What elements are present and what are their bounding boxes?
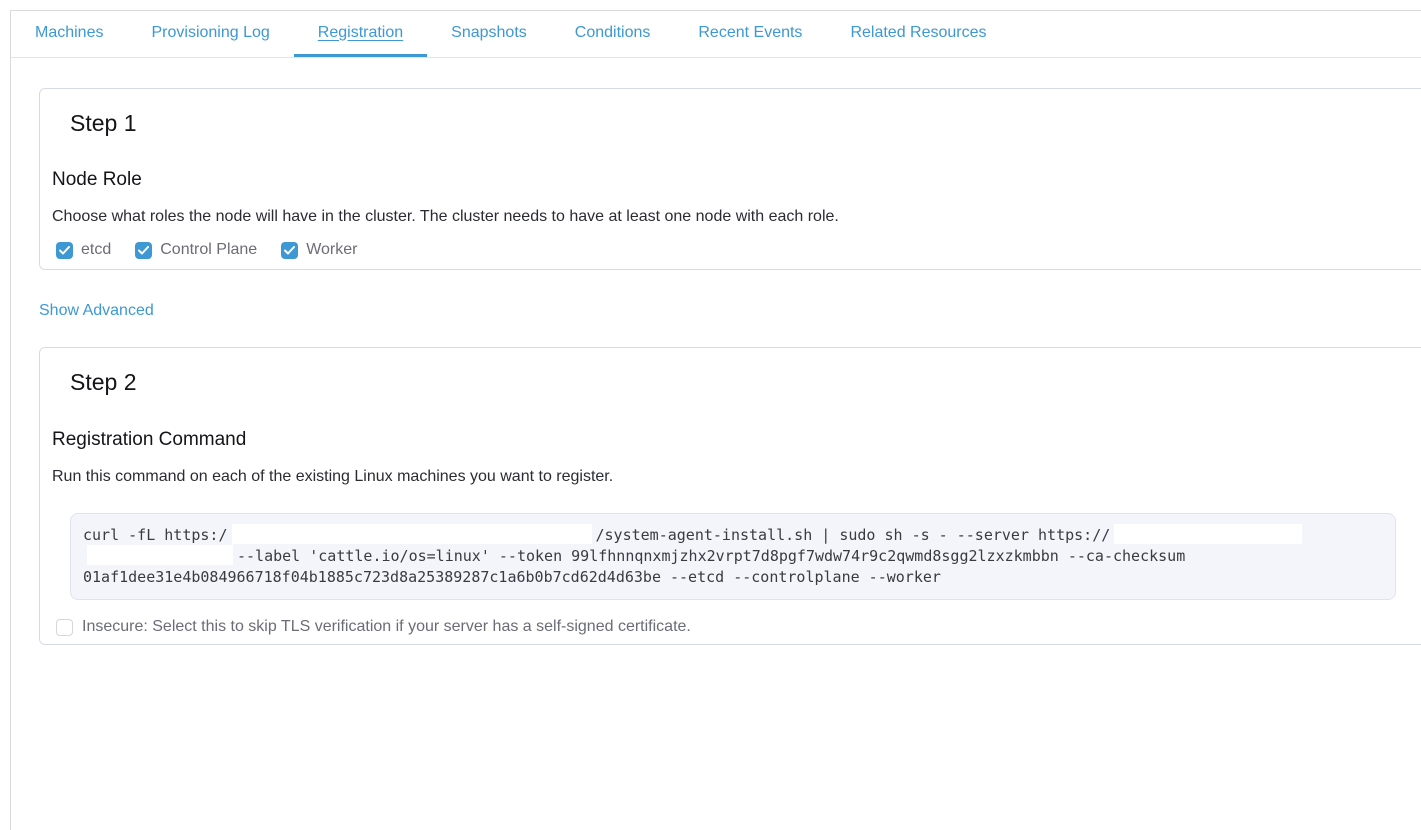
tab-recent-events[interactable]: Recent Events <box>674 11 826 57</box>
tab-registration[interactable]: Registration <box>294 11 427 57</box>
step2-card: Step 2 Registration Command Run this com… <box>39 347 1421 645</box>
worker-checkbox[interactable]: Worker <box>281 241 357 259</box>
step2-title: Step 2 <box>70 368 1421 397</box>
registration-command-description: Run this command on each of the existing… <box>52 467 1421 487</box>
tab-snapshots[interactable]: Snapshots <box>427 11 551 57</box>
tab-provisioning-log[interactable]: Provisioning Log <box>127 11 293 57</box>
tab-label: Machines <box>35 24 103 42</box>
redacted-server-url <box>1114 524 1302 544</box>
node-role-description: Choose what roles the node will have in … <box>52 207 1421 227</box>
tab-machines[interactable]: Machines <box>11 11 127 57</box>
checkbox-label: Control Plane <box>160 241 257 259</box>
redacted-server-url-continued <box>87 545 233 565</box>
registration-panel: Machines Provisioning Log Registration S… <box>10 10 1421 830</box>
checkbox-unchecked-icon <box>56 619 73 636</box>
command-line-2: --label 'cattle.io/os=linux' --token 99l… <box>83 546 1383 567</box>
insecure-checkbox[interactable]: Insecure: Select this to skip TLS verifi… <box>56 618 1421 636</box>
checkbox-checked-icon <box>56 242 73 259</box>
etcd-checkbox[interactable]: etcd <box>56 241 111 259</box>
checkbox-label: etcd <box>81 241 111 259</box>
checkbox-label: Worker <box>306 241 357 259</box>
tab-bar: Machines Provisioning Log Registration S… <box>11 11 1421 58</box>
command-line-1: curl -fL https:/ /system-agent-install.sh… <box>83 525 1383 546</box>
tab-label: Registration <box>318 24 403 42</box>
tab-label: Recent Events <box>698 24 802 42</box>
tab-related-resources[interactable]: Related Resources <box>826 11 1010 57</box>
command-text: --label 'cattle.io/os=linux' --token 99l… <box>237 547 1185 565</box>
step1-title: Step 1 <box>70 109 1421 138</box>
insecure-label: Insecure: Select this to skip TLS verifi… <box>82 618 691 636</box>
tab-conditions[interactable]: Conditions <box>551 11 675 57</box>
show-advanced-link[interactable]: Show Advanced <box>39 302 154 320</box>
redacted-server-host <box>232 524 592 544</box>
registration-command-code[interactable]: curl -fL https:/ /system-agent-install.sh… <box>70 513 1396 600</box>
registration-content: Step 1 Node Role Choose what roles the n… <box>11 58 1421 645</box>
step1-card: Step 1 Node Role Choose what roles the n… <box>39 88 1421 270</box>
control-plane-checkbox[interactable]: Control Plane <box>135 241 257 259</box>
node-role-checkbox-row: etcd Control Plane Worker <box>56 241 1421 259</box>
checkbox-checked-icon <box>281 242 298 259</box>
tab-label: Provisioning Log <box>151 24 269 42</box>
checkbox-checked-icon <box>135 242 152 259</box>
registration-command-heading: Registration Command <box>52 428 1421 452</box>
command-text: 01af1dee31e4b084966718f04b1885c723d8a253… <box>83 568 941 586</box>
tab-label: Related Resources <box>850 24 986 42</box>
tab-label: Conditions <box>575 24 651 42</box>
tab-label: Snapshots <box>451 24 527 42</box>
command-line-3: 01af1dee31e4b084966718f04b1885c723d8a253… <box>83 567 1383 588</box>
command-text: curl -fL https:/ <box>83 526 228 544</box>
command-text: /system-agent-install.sh | sudo sh -s - … <box>596 526 1111 544</box>
node-role-heading: Node Role <box>52 168 1421 192</box>
